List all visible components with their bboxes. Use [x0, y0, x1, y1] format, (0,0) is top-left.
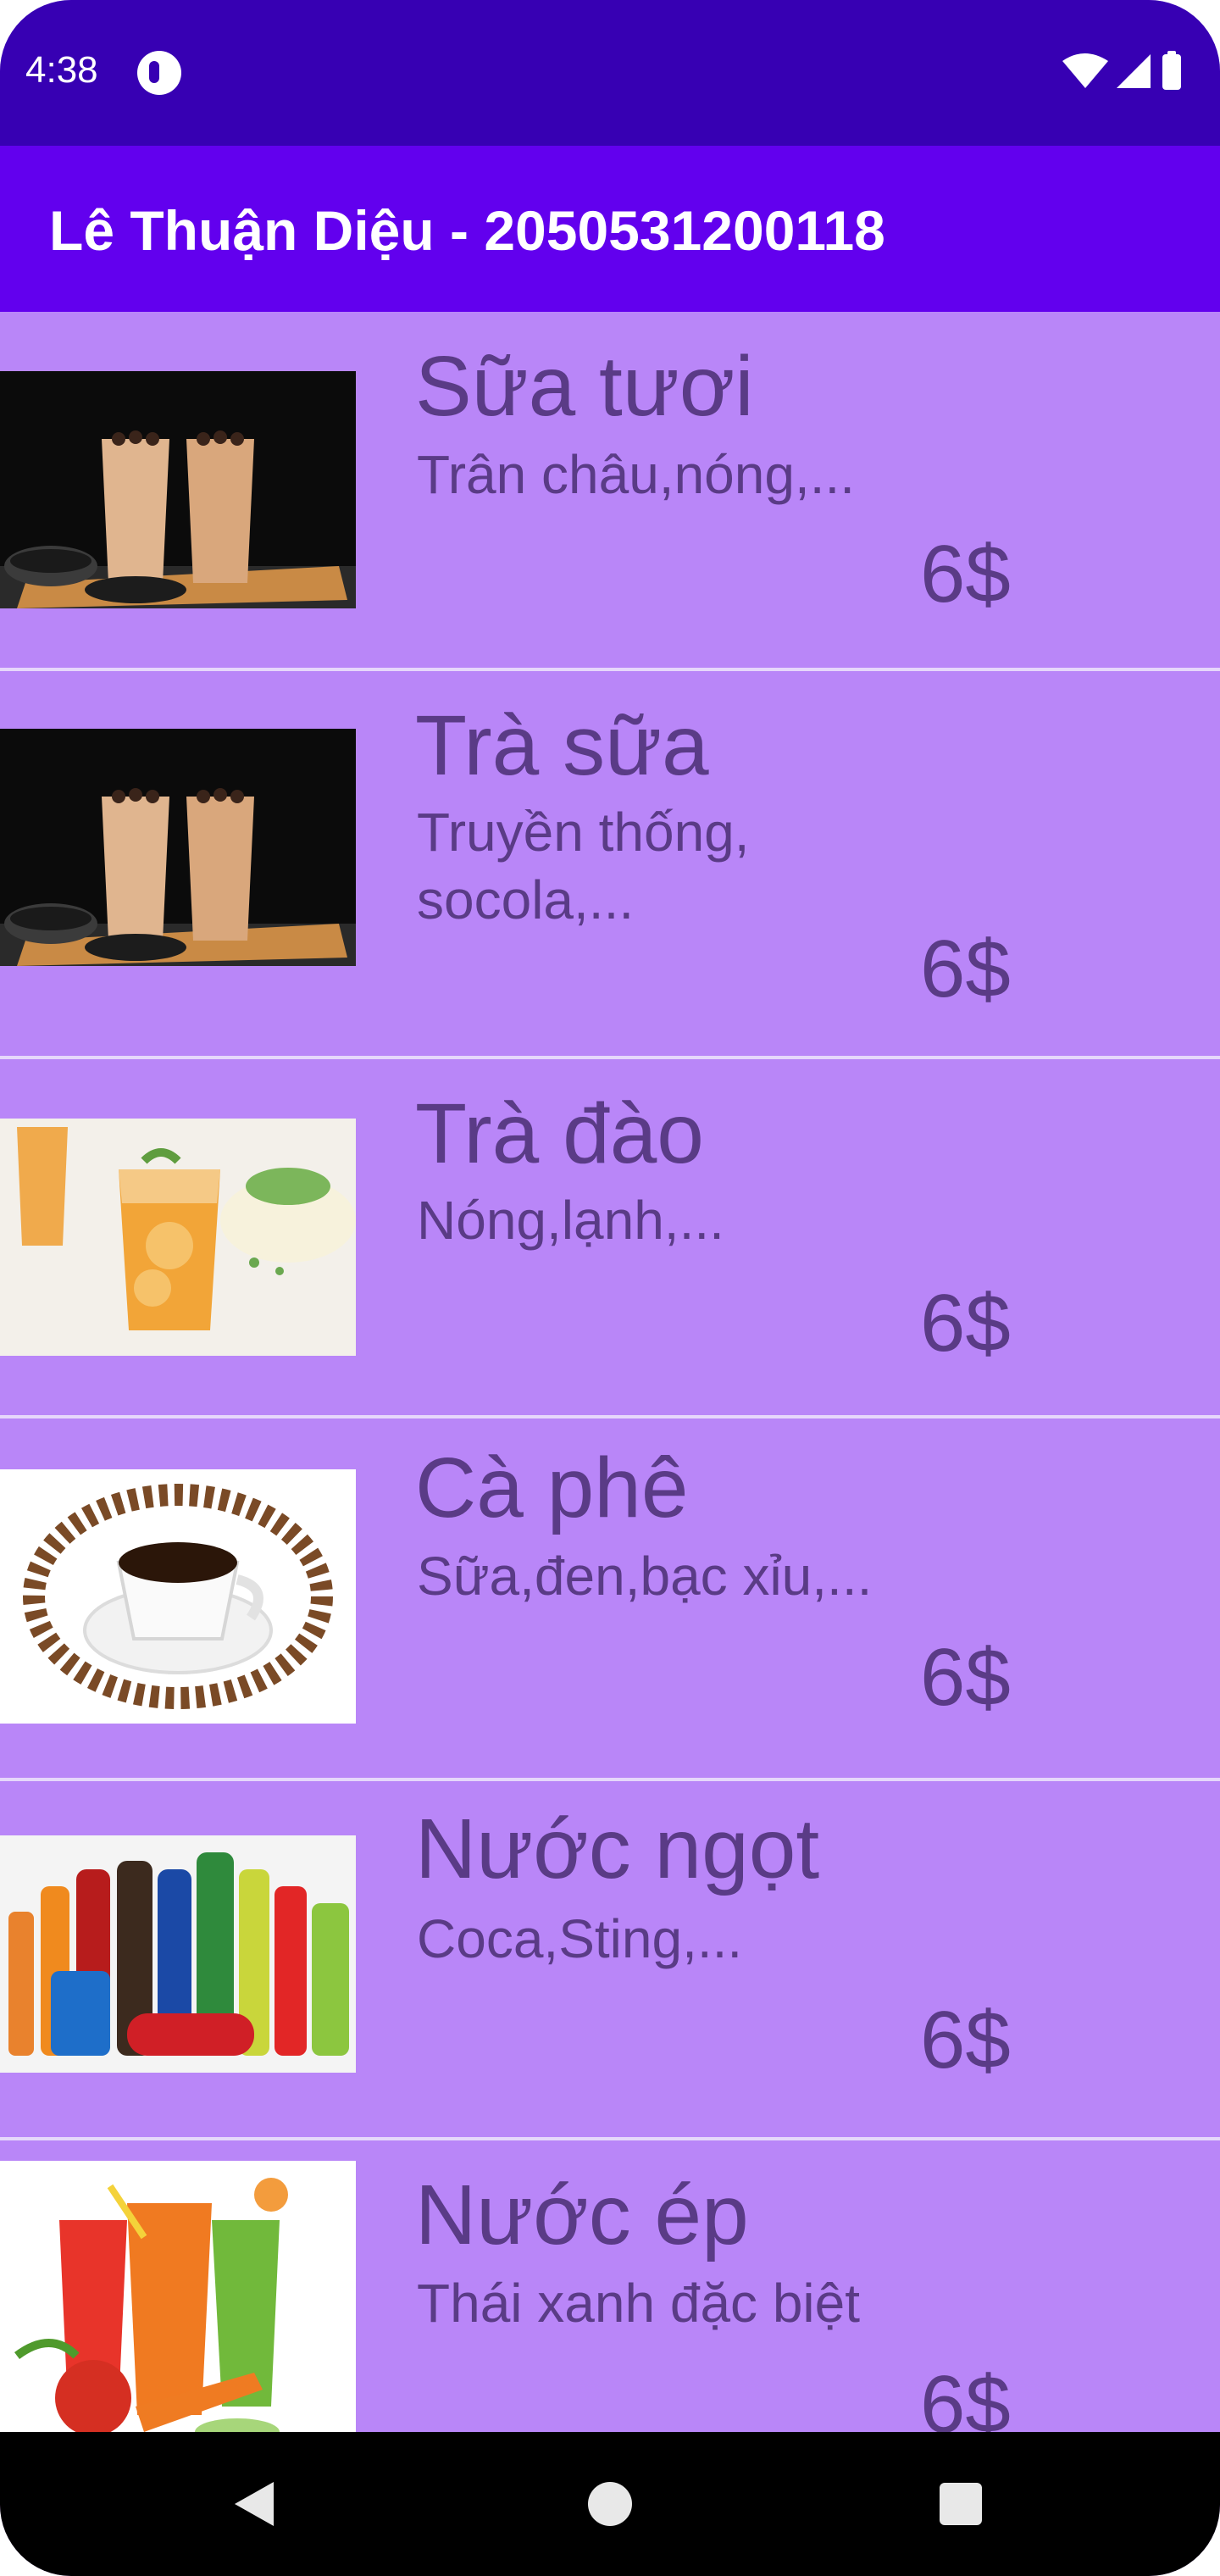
home-icon [588, 2482, 632, 2526]
list-item[interactable]: Cà phê Sữa,đen,bạc xỉu,... 6$ [0, 1418, 1220, 1778]
item-price: 6$ [920, 924, 1011, 1014]
soft-drinks-image [0, 1835, 356, 2073]
item-description: Nóng,lạnh,... [417, 1190, 724, 1251]
phone-screen: 4:38 Lê Thuận Diệu - 2050531200118 Sữa t… [0, 0, 1220, 2576]
item-price: 6$ [920, 1278, 1011, 1368]
bubble-milk-tea-image [0, 371, 356, 608]
battery-icon [1162, 51, 1181, 90]
recents-button[interactable] [876, 2432, 1045, 2576]
item-price: 6$ [920, 529, 1011, 619]
app-bar: Lê Thuận Diệu - 2050531200118 [0, 146, 1220, 312]
item-price: 6$ [920, 1995, 1011, 2085]
item-description: Trân châu,nóng,... [417, 444, 856, 505]
list-item[interactable]: Nước ngọt Coca,Sting,... 6$ [0, 1781, 1220, 2137]
item-name: Trà đào [415, 1086, 704, 1181]
list-item[interactable]: Sữa tươi Trân châu,nóng,... 6$ [0, 312, 1220, 668]
page-title: Lê Thuận Diệu - 2050531200118 [49, 199, 885, 262]
item-price: 6$ [920, 1632, 1011, 1723]
signal-icon [1117, 54, 1151, 88]
status-bar: 4:38 [0, 0, 1220, 146]
status-icons [1061, 49, 1196, 93]
bubble-milk-tea-image [0, 729, 356, 966]
item-name: Cà phê [415, 1441, 689, 1535]
item-name: Sữa tươi [415, 339, 754, 434]
navigation-bar [0, 2432, 1220, 2576]
wifi-icon [1062, 53, 1108, 88]
home-button[interactable] [525, 2432, 695, 2576]
notification-icon [137, 51, 181, 95]
back-icon [235, 2482, 274, 2526]
list-item[interactable]: Trà sữa Truyền thống, socola,... 6$ [0, 671, 1220, 1056]
peach-tea-image [0, 1119, 356, 1356]
item-description: Truyền thống, socola,... [417, 802, 750, 930]
back-button[interactable] [169, 2432, 339, 2576]
recents-icon [940, 2483, 982, 2525]
item-name: Trà sữa [415, 698, 709, 793]
list-item[interactable]: Nước ép Thái xanh đặc biệt 6$ [0, 2140, 1220, 2446]
status-time: 4:38 [25, 49, 98, 91]
item-description: Thái xanh đặc biệt [417, 2273, 860, 2334]
item-description: Sữa,đen,bạc xỉu,... [417, 1546, 873, 1607]
item-name: Nước ép [415, 2168, 749, 2262]
list-item[interactable]: Trà đào Nóng,lạnh,... 6$ [0, 1059, 1220, 1415]
item-description: Coca,Sting,... [417, 1908, 743, 1969]
item-name: Nước ngọt [415, 1802, 820, 1896]
fruit-juice-image [0, 2161, 356, 2446]
coffee-cup-image [0, 1469, 356, 1724]
